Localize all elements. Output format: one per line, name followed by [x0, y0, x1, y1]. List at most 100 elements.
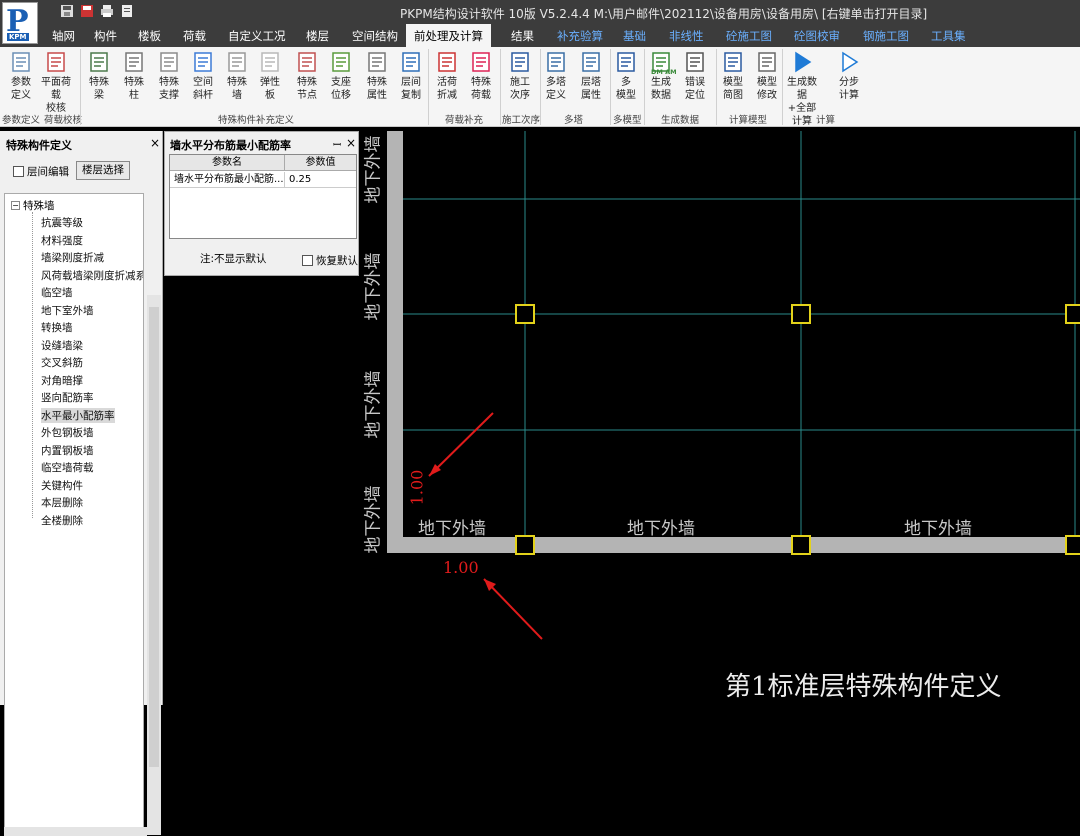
annotation-arrow	[428, 412, 494, 477]
tree-item[interactable]: 关键构件	[41, 478, 83, 493]
column-node	[1065, 304, 1080, 324]
tab-15[interactable]: 工具集	[931, 28, 966, 44]
tree-item[interactable]: 抗震等级	[41, 215, 83, 230]
model-edit-icon	[758, 52, 776, 72]
tree-item[interactable]: 水平最小配筋率	[41, 407, 115, 423]
ribbon-button-8[interactable]: 特殊 节点	[290, 50, 324, 102]
ribbon-button-label: 分步	[839, 77, 859, 88]
tree-item[interactable]: 对角暗撑	[41, 373, 83, 388]
tree-item[interactable]: 地下室外墙	[41, 303, 94, 318]
tree-item[interactable]: 本层删除	[41, 495, 83, 510]
ribbon-button-label: 特殊	[159, 77, 179, 88]
close-icon[interactable]: ×	[346, 136, 356, 150]
ribbon-separator	[716, 49, 717, 125]
tab-7[interactable]: 前处理及计算	[406, 24, 491, 47]
print-icon[interactable]	[100, 4, 114, 18]
tree-item[interactable]: 外包钢板墙	[41, 425, 94, 440]
tree-item[interactable]: 全楼删除	[41, 513, 83, 528]
tree-root[interactable]: − 特殊墙	[11, 198, 55, 213]
ribbon-button-22[interactable]: 生成数据 +全部计算	[785, 50, 819, 128]
ribbon-button-18[interactable]: 生成 数据	[644, 50, 678, 102]
ribbon-button-21[interactable]: 模型 修改	[750, 50, 784, 102]
ribbon-button-label: 特殊	[89, 77, 109, 88]
tab-12[interactable]: 砼施工图	[726, 28, 772, 44]
floor-select-button[interactable]: 楼层选择	[76, 161, 130, 180]
tab-4[interactable]: 自定义工况	[228, 28, 286, 44]
tab-8[interactable]: 结果	[511, 28, 534, 44]
ribbon-button-23[interactable]: 分步 计算	[832, 50, 866, 102]
restore-default-checkbox[interactable]: 恢复默认	[302, 253, 358, 268]
tree-item[interactable]: 交叉斜筋	[41, 355, 83, 370]
tree-item[interactable]: 内置钢板墙	[41, 443, 94, 458]
ribbon-button-12[interactable]: 活荷 折减	[430, 50, 464, 102]
error-locate-icon	[686, 52, 704, 72]
ribbon-button-5[interactable]: 空间 斜杆	[186, 50, 220, 102]
tree-item[interactable]: 临空墙	[41, 285, 73, 300]
tree-item[interactable]: 设缝墙梁	[41, 338, 83, 353]
tree-item[interactable]: 转换墙	[41, 320, 73, 335]
ribbon-button-11[interactable]: 层间 复制	[394, 50, 428, 102]
tab-11[interactable]: 非线性	[669, 28, 704, 44]
tree-item[interactable]: 材料强度	[41, 233, 83, 248]
drawing-canvas[interactable]: 地下外墙 地下外墙 地下外墙 地下外墙 地下外墙 地下外墙 地下外墙 1.00 1.00	[359, 131, 1080, 705]
ribbon-button-label: 定义	[546, 90, 566, 101]
ribbon-button-1[interactable]: 平面荷载 校核	[39, 50, 73, 115]
wall-label-horizontal: 地下外墙	[418, 519, 486, 539]
ribbon-button-7[interactable]: 弹性板	[253, 50, 287, 102]
ribbon-button-17[interactable]: 多模型	[609, 50, 643, 102]
column-header-name: 参数名	[170, 155, 285, 171]
horizontal-scrollbar[interactable]	[4, 827, 147, 836]
ribbon-button-16[interactable]: 层塔 属性	[574, 50, 608, 102]
cad-drawing[interactable]	[359, 131, 1080, 705]
ribbon-button-15[interactable]: 多塔 定义	[539, 50, 573, 102]
pkpm-logo[interactable]: P KPM	[2, 2, 38, 44]
elastic-slab-icon	[261, 52, 279, 72]
ribbon-button-3[interactable]: 特殊柱	[117, 50, 151, 102]
close-icon[interactable]: ×	[150, 136, 160, 150]
ribbon-button-20[interactable]: 模型 简图	[716, 50, 750, 102]
wall-label-vertical: 地下外墙	[363, 370, 384, 439]
tab-2[interactable]: 楼板	[138, 28, 161, 44]
ribbon-button-label: 生成数据	[787, 77, 817, 101]
floor-edit-checkbox[interactable]: 层间编辑	[13, 164, 69, 179]
tree-item[interactable]: 竖向配筋率	[41, 390, 94, 405]
tab-10[interactable]: 基础	[623, 28, 646, 44]
document-icon[interactable]	[120, 4, 134, 18]
collapse-icon[interactable]: −	[11, 201, 20, 210]
wall-label-vertical: 地下外墙	[363, 485, 384, 554]
tree-item[interactable]: 临空墙荷载	[41, 460, 94, 475]
tab-3[interactable]: 荷载	[183, 28, 206, 44]
tab-0[interactable]: 轴网	[52, 28, 75, 44]
tab-1[interactable]: 构件	[94, 28, 117, 44]
ribbon-button-label: 特殊	[124, 77, 144, 88]
vertical-scrollbar[interactable]	[147, 295, 161, 835]
ribbon-button-label: 多	[621, 77, 631, 88]
ribbon-button-19[interactable]: 错误 定位	[678, 50, 712, 102]
pin-icon[interactable]: ꟷ	[333, 137, 341, 151]
ribbon-button-4[interactable]: 特殊 支撑	[152, 50, 186, 102]
ribbon-button-10[interactable]: 特殊 属性	[360, 50, 394, 102]
save-as-icon[interactable]	[80, 4, 94, 18]
tab-9[interactable]: 补充验算	[557, 28, 603, 44]
tab-14[interactable]: 钢施工图	[863, 28, 909, 44]
ribbon-group-label: 特殊构件补充定义	[218, 115, 295, 126]
step-calc-icon	[842, 51, 859, 73]
ribbon-group-label: 荷载补充	[445, 115, 484, 126]
ribbon-button-label: 生成	[651, 77, 671, 88]
save-icon[interactable]	[60, 4, 74, 18]
ribbon-button-14[interactable]: 施工 次序	[503, 50, 537, 102]
ribbon-button-2[interactable]: 特殊梁	[82, 50, 116, 102]
ribbon-button-9[interactable]: 支座 位移	[324, 50, 358, 102]
ribbon-button-6[interactable]: 特殊墙	[220, 50, 254, 102]
tab-6[interactable]: 空间结构	[352, 28, 398, 44]
param-value-cell[interactable]: 0.25	[285, 172, 356, 188]
special-load-icon	[472, 52, 490, 72]
ribbon-button-0[interactable]: 参数 定义	[4, 50, 38, 102]
support-disp-icon	[332, 52, 350, 72]
column-node	[515, 304, 535, 324]
tab-5[interactable]: 楼层	[306, 28, 329, 44]
ribbon-button-13[interactable]: 特殊 荷载	[464, 50, 498, 102]
tree-item[interactable]: 墙梁刚度折减	[41, 250, 104, 265]
tree-item[interactable]: 风荷载墙梁刚度折减系	[41, 268, 143, 283]
tab-13[interactable]: 砼图校审	[794, 28, 840, 44]
